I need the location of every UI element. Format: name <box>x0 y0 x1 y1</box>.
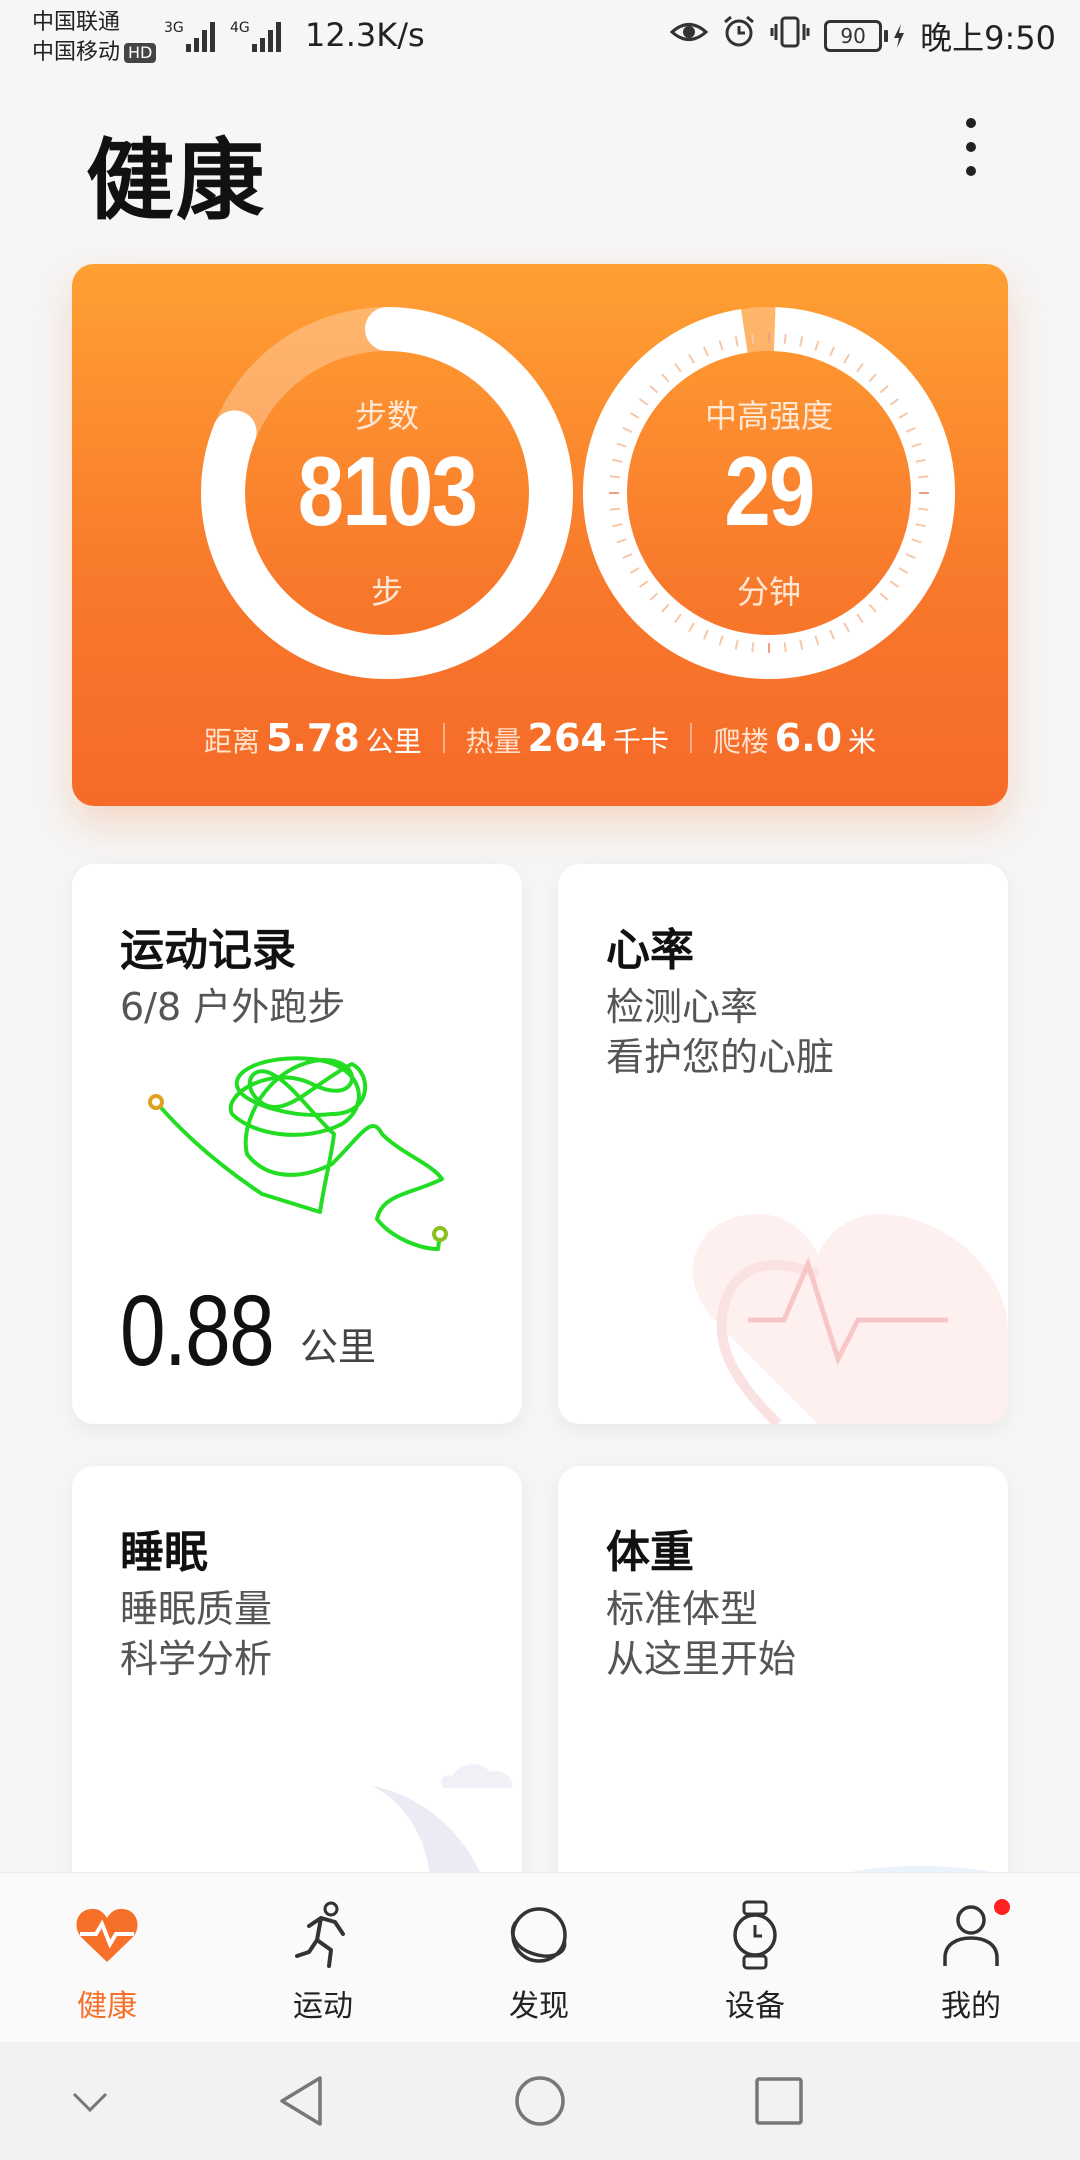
heart-card-line1: 检测心率 <box>606 985 759 1029</box>
tab-devices-label: 设备 <box>725 1989 785 2024</box>
route-map <box>148 1056 448 1251</box>
exercise-distance-unit: 公里 <box>300 1325 377 1369</box>
carrier-name-1: 中国联通 <box>32 10 121 35</box>
sleep-card-line1: 睡眠质量 <box>120 1587 273 1631</box>
sleep-card-title: 睡眠 <box>120 1527 208 1578</box>
system-nav-bar <box>0 2042 1080 2160</box>
clock-time: 晚上9:50 <box>920 19 1056 57</box>
home-icon[interactable] <box>513 2074 567 2128</box>
intensity-unit: 分钟 <box>736 573 801 611</box>
exercise-card-subtitle: 6/8 户外跑步 <box>120 985 346 1029</box>
battery-level: 90 <box>824 20 883 52</box>
heart-card-line2: 看护您的心脏 <box>606 1035 835 1079</box>
tab-exercise[interactable]: 运动 <box>248 1895 398 2025</box>
planet-icon <box>464 1895 614 1975</box>
svg-text:3G: 3G <box>164 20 184 36</box>
heart-pulse-icon <box>32 1895 182 1975</box>
vibrate-icon <box>770 15 810 57</box>
weight-card-line1: 标准体型 <box>606 1587 759 1631</box>
svg-text:4G: 4G <box>230 20 250 36</box>
tab-devices[interactable]: 设备 <box>680 1895 830 2025</box>
battery-icon: 90 <box>824 20 906 52</box>
route-end-icon <box>432 1226 448 1242</box>
steps-unit: 步 <box>370 573 403 611</box>
page-title: 健康 <box>86 129 267 232</box>
person-icon <box>896 1895 1046 1975</box>
chevron-down-icon[interactable] <box>70 2086 110 2116</box>
route-start-icon <box>148 1094 164 1110</box>
tab-exercise-label: 运动 <box>293 1989 353 2024</box>
exercise-distance-value: 0.88 <box>120 1275 275 1387</box>
calories-stat: 热量 264 千卡 <box>465 716 669 760</box>
exercise-record-card[interactable]: 运动记录 6/8 户外跑步 0.88 公里 <box>72 864 522 1424</box>
tab-me-label: 我的 <box>941 1989 1001 2024</box>
distance-stat: 距离 5.78 公里 <box>203 716 422 760</box>
carrier-info: 中国联通 中国移动 HD <box>32 8 157 68</box>
tab-health-label: 健康 <box>77 1989 137 2024</box>
status-bar: 中国联通 中国移动 HD 3G 4G 12.3K/s 90 晚上9:50 <box>0 0 1080 72</box>
signal-3g-icon: 3G <box>164 16 220 60</box>
activity-stats: 距离 5.78 公里 热量 264 千卡 爬楼 6.0 米 <box>72 716 1008 760</box>
hd-badge: HD <box>124 43 157 63</box>
eye-icon <box>669 17 709 55</box>
exercise-distance: 0.88 公里 <box>120 1274 376 1389</box>
notification-badge <box>994 1899 1010 1915</box>
intensity-value: 29 <box>724 436 815 546</box>
heart-decoration-icon <box>692 1214 1008 1424</box>
heart-card-title: 心率 <box>606 925 694 976</box>
floors-stat: 爬楼 6.0 米 <box>712 716 877 760</box>
weight-card-line2: 从这里开始 <box>606 1637 797 1681</box>
carrier-name-2: 中国移动 <box>32 40 121 65</box>
sleep-card-line2: 科学分析 <box>120 1637 273 1681</box>
network-speed: 12.3K/s <box>305 16 425 54</box>
intensity-label: 中高强度 <box>704 397 833 435</box>
heart-rate-card[interactable]: 心率 检测心率 看护您的心脏 <box>558 864 1008 1424</box>
recent-apps-icon[interactable] <box>754 2076 804 2126</box>
weight-card-title: 体重 <box>606 1527 694 1578</box>
runner-icon <box>248 1895 398 1975</box>
bottom-tab-bar: 健康 运动 发现 设备 我的 <box>0 1872 1080 2043</box>
steps-value: 8103 <box>297 436 478 546</box>
more-options-icon[interactable] <box>956 118 986 198</box>
tab-me[interactable]: 我的 <box>896 1895 1046 2025</box>
tab-discover-label: 发现 <box>509 1989 569 2024</box>
watch-icon <box>680 1895 830 1975</box>
steps-ring[interactable]: 步数 8103 步 <box>199 305 575 681</box>
alarm-icon <box>722 15 756 57</box>
steps-label: 步数 <box>354 397 419 435</box>
signal-4g-icon: 4G <box>230 16 286 60</box>
tab-health[interactable]: 健康 <box>32 1895 182 2025</box>
intensity-ring[interactable]: 中高强度 29 分钟 <box>581 305 957 681</box>
activity-summary-card[interactable]: 步数 8103 步 中高强度 29 分钟 距离 5.78 公里 热量 264 千卡 爬楼… <box>72 264 1008 806</box>
back-icon[interactable] <box>276 2074 326 2128</box>
exercise-card-title: 运动记录 <box>120 925 296 976</box>
tab-discover[interactable]: 发现 <box>464 1895 614 2025</box>
